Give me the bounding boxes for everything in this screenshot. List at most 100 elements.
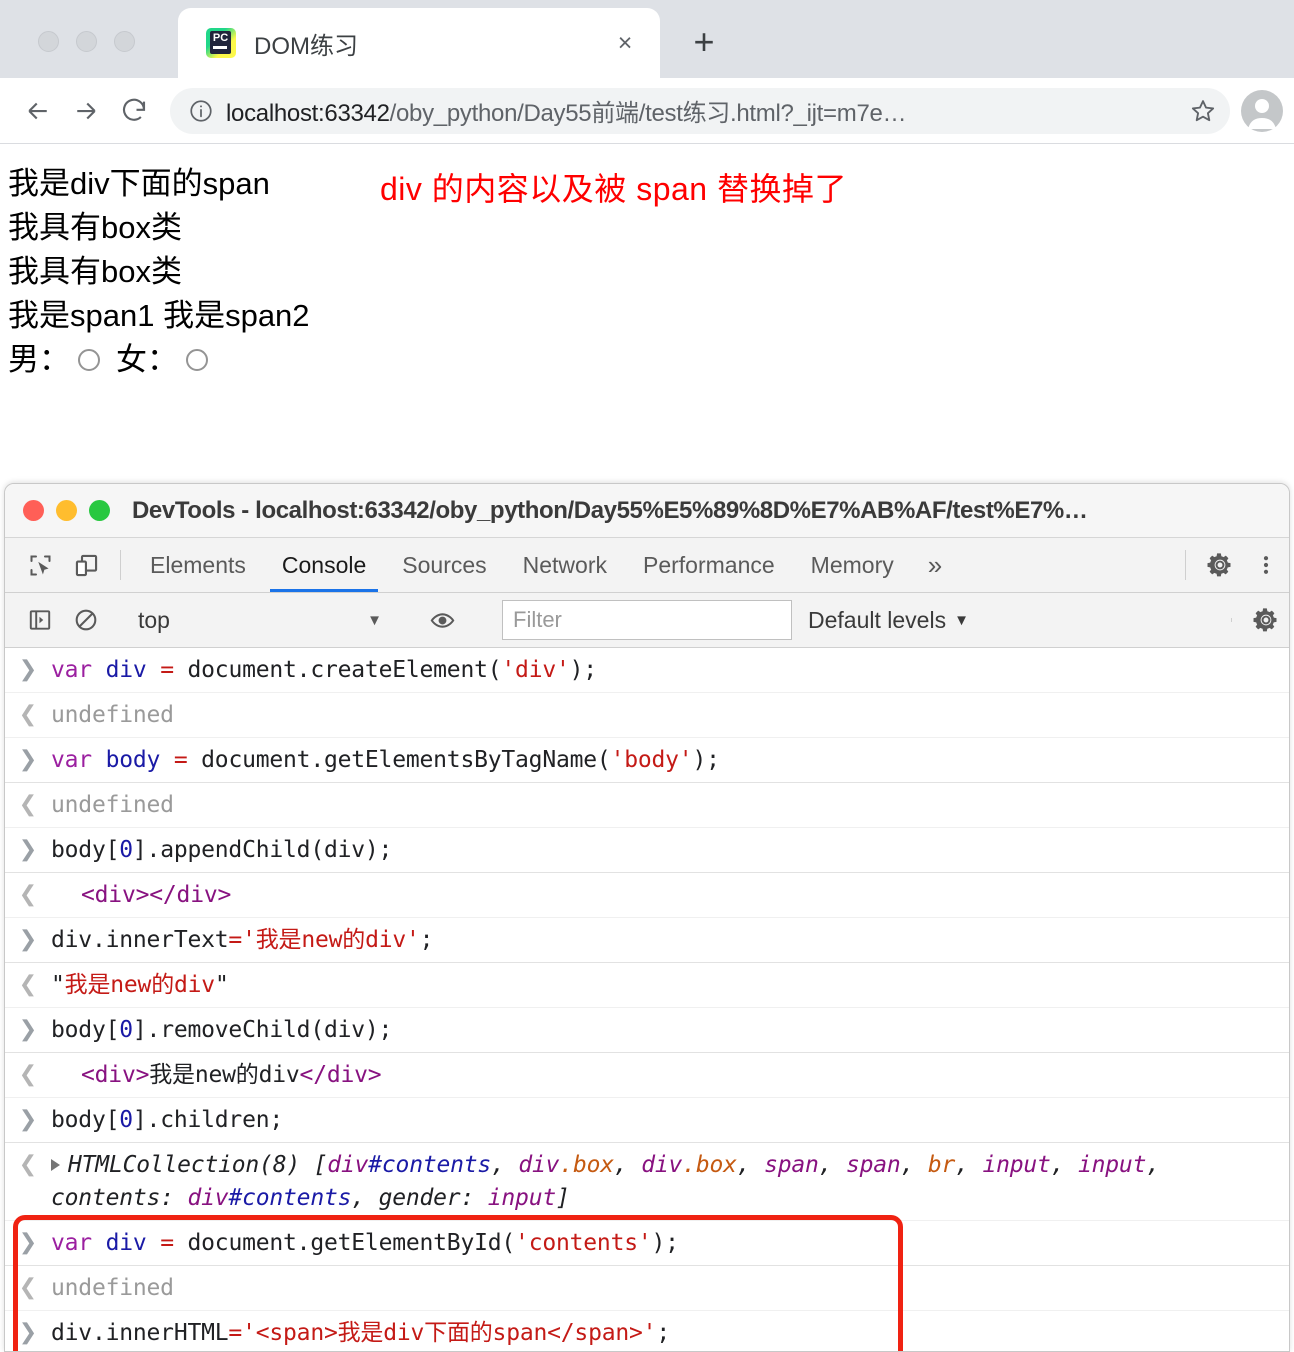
console-token: ;	[656, 1320, 670, 1346]
devtools-minimize-button[interactable]	[56, 500, 77, 521]
more-tabs-icon[interactable]: »	[912, 538, 958, 592]
console-token: span	[764, 1152, 819, 1178]
console-message-text: div.innerText='我是new的div';	[51, 924, 1289, 957]
devtools-close-button[interactable]	[23, 500, 44, 521]
tab-memory[interactable]: Memory	[793, 538, 912, 592]
url-text[interactable]: localhost:63342/oby_python/Day55前端/test练…	[226, 93, 1182, 128]
console-token: "	[214, 972, 229, 998]
clear-console-icon[interactable]	[63, 607, 109, 633]
console-token: 0	[119, 1107, 133, 1133]
gear-icon[interactable]	[1197, 538, 1243, 592]
forward-arrow-icon[interactable]	[62, 87, 110, 135]
console-output-row[interactable]: ❮ HTMLCollection(8) [div#contents, div.bo…	[5, 1143, 1289, 1221]
console-log-list[interactable]: ❯ var div = document.createElement('div')…	[5, 648, 1289, 1351]
console-toolbar: top ▼ Filter Default levels ▼	[5, 593, 1289, 648]
device-toolbar-icon[interactable]	[63, 538, 109, 592]
console-token	[147, 657, 161, 683]
console-token: div	[641, 1152, 683, 1178]
vertical-dots-icon[interactable]	[1243, 538, 1289, 592]
console-output-row[interactable]: ❮ undefined	[5, 693, 1289, 738]
console-token: var	[51, 1230, 106, 1256]
console-output-row[interactable]: ❮ <div></div>	[5, 873, 1289, 918]
reload-arrow-icon[interactable]	[110, 87, 158, 135]
radio-male[interactable]	[78, 349, 100, 371]
console-output-row[interactable]: ❮ undefined	[5, 783, 1289, 828]
console-token: ,	[613, 1152, 642, 1178]
console-input-row[interactable]: ❯ body[0].removeChild(div);	[5, 1008, 1289, 1053]
tab-elements[interactable]: Elements	[132, 538, 264, 592]
console-token: 0	[119, 1017, 133, 1043]
console-toolbar-right	[1220, 606, 1289, 634]
back-arrow-icon[interactable]	[14, 87, 62, 135]
console-output-row[interactable]: ❮ "我是new的div"	[5, 963, 1289, 1008]
log-levels-selector[interactable]: Default levels ▼	[808, 607, 969, 634]
console-message-text: body[0].removeChild(div);	[51, 1014, 1289, 1047]
console-token: 我是new的div	[64, 972, 215, 998]
console-token: document.createElement(	[173, 657, 502, 683]
console-settings-gear-icon[interactable]	[1243, 606, 1289, 634]
window-minimize-button[interactable]	[76, 31, 97, 52]
console-token: 'div'	[501, 657, 570, 683]
console-input-row[interactable]: ❯ var div = document.getElementById('cont…	[5, 1221, 1289, 1266]
bookmark-star-icon[interactable]	[1182, 90, 1224, 132]
console-output-row[interactable]: ❮ <div>我是new的div</div>	[5, 1053, 1289, 1098]
page-text-line: 我是span1 我是span2	[8, 298, 310, 333]
window-maximize-button[interactable]	[114, 31, 135, 52]
console-token: );	[569, 657, 597, 683]
console-input-row[interactable]: ❯ var div = document.createElement('div')…	[5, 648, 1289, 693]
console-sidebar-icon[interactable]	[17, 607, 63, 633]
expand-triangle-icon[interactable]	[51, 1158, 60, 1171]
console-input-row[interactable]: ❯ div.innerText='我是new的div';	[5, 918, 1289, 963]
console-token: var	[51, 657, 106, 683]
console-token: 'contents'	[515, 1230, 652, 1256]
console-output-row[interactable]: ❮ undefined	[5, 1266, 1289, 1311]
inspect-element-icon[interactable]	[17, 538, 63, 592]
console-message-text: var body = document.getElementsByTagName…	[51, 744, 1289, 777]
console-context-value: top	[138, 606, 170, 633]
input-marker-icon: ❯	[18, 657, 38, 682]
console-token: #contents	[368, 1152, 492, 1178]
info-circle-icon[interactable]	[188, 98, 214, 124]
devtools-window: DevTools - localhost:63342/oby_python/Da…	[4, 483, 1290, 1352]
console-token: "	[51, 972, 65, 998]
console-message-text: undefined	[51, 699, 1289, 732]
console-message-text: "我是new的div"	[51, 969, 1289, 1002]
devtools-maximize-button[interactable]	[89, 500, 110, 521]
console-token: '<span>我是div下面的span</span>'	[242, 1320, 657, 1346]
console-message-text: body[0].appendChild(div);	[51, 834, 1289, 867]
close-icon[interactable]: ×	[608, 26, 642, 60]
console-token: =	[228, 1320, 243, 1346]
console-token: div	[105, 657, 147, 683]
search-input[interactable]: Filter	[502, 600, 792, 640]
tab-console[interactable]: Console	[264, 538, 384, 592]
output-marker-icon: ❮	[18, 1152, 38, 1177]
console-input-row[interactable]: ❯ var body = document.getElementsByTagNam…	[5, 738, 1289, 783]
tab-performance[interactable]: Performance	[625, 538, 793, 592]
console-token: #contents	[228, 1185, 352, 1211]
console-context-selector[interactable]: top ▼	[138, 607, 396, 634]
tab-network[interactable]: Network	[505, 538, 625, 592]
console-token: div	[518, 1152, 560, 1178]
window-close-button[interactable]	[38, 31, 59, 52]
console-token: undefined	[51, 792, 174, 818]
console-input-row[interactable]: ❯ div.innerHTML='<span>我是div下面的span</span…	[5, 1311, 1289, 1351]
console-message-text: div.innerHTML='<span>我是div下面的span</span>…	[51, 1317, 1289, 1350]
browser-tab[interactable]: PC DOM练习 ×	[178, 8, 660, 78]
omnibox[interactable]: localhost:63342/oby_python/Day55前端/test练…	[170, 87, 1230, 134]
console-input-row[interactable]: ❯ body[0].children;	[5, 1098, 1289, 1143]
console-token: span	[845, 1152, 901, 1178]
live-expression-eye-icon[interactable]	[419, 607, 465, 634]
radio-female[interactable]	[186, 349, 208, 371]
console-token: .box	[682, 1152, 737, 1178]
tab-sources[interactable]: Sources	[384, 538, 504, 592]
console-token: '我是new的div'	[242, 927, 420, 953]
gender-radio-row: 男： 女：	[8, 338, 1294, 382]
console-input-row[interactable]: ❯ body[0].appendChild(div);	[5, 828, 1289, 873]
console-token: body[	[51, 837, 120, 863]
new-tab-button[interactable]: +	[678, 16, 730, 68]
console-token: gender:	[378, 1185, 488, 1211]
console-token: ,	[736, 1152, 765, 1178]
console-token: =	[173, 747, 188, 773]
profile-avatar-icon[interactable]	[1240, 89, 1284, 133]
console-token: 'body'	[610, 747, 693, 773]
